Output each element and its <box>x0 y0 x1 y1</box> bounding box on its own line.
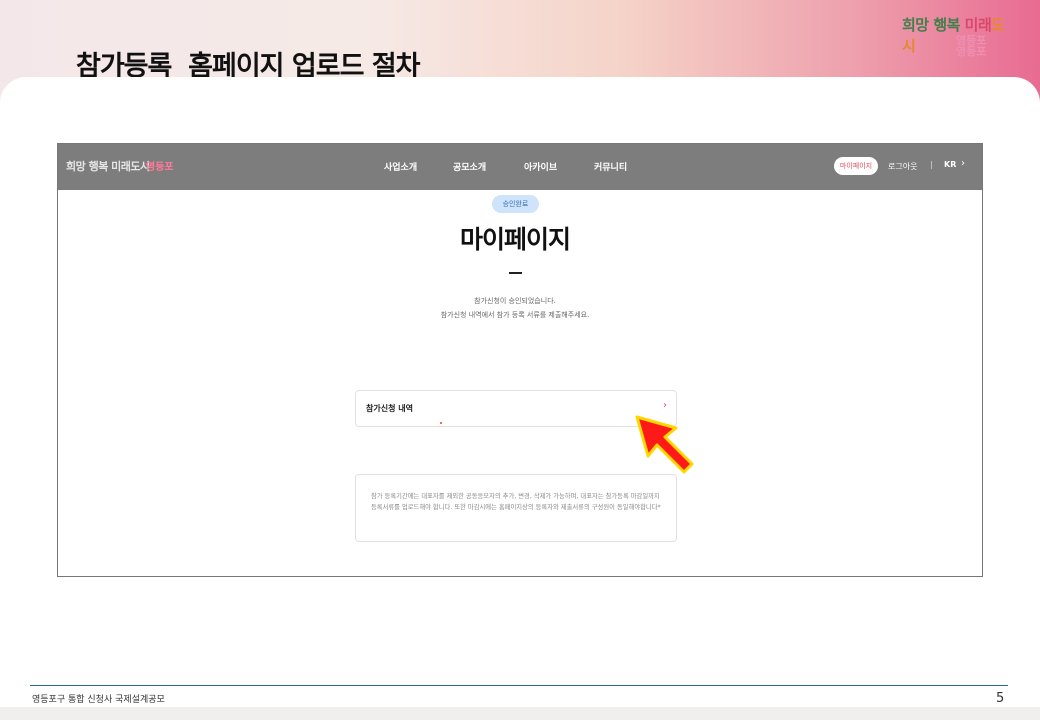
title-underline <box>509 272 522 274</box>
page-title: 마이페이지 <box>459 225 571 254</box>
chevron-right-icon[interactable]: › <box>961 158 965 169</box>
mypage-button[interactable]: 마이페이지 <box>834 157 878 175</box>
red-dot-marker <box>440 422 442 424</box>
city-logo-sub: 영등포 영등포 <box>956 35 986 57</box>
nav-item-archive[interactable]: 아카이브 <box>524 160 557 173</box>
status-badge: 승인완료 <box>492 195 539 213</box>
application-history-link[interactable]: 참가신청 내역 › <box>355 390 677 427</box>
nav-item-competition[interactable]: 공모소개 <box>453 160 486 173</box>
page-number: 5 <box>996 691 1005 706</box>
footer-text: 영등포구 통합 신청사 국제설계공모 <box>32 695 165 705</box>
logo-part1: 희망 행복 <box>902 16 965 34</box>
notice-line-1: 참가신청이 승인되었습니다. <box>474 297 556 305</box>
logo-sub-line2: 영등포 <box>956 45 987 58</box>
nav-item-business[interactable]: 사업소개 <box>384 160 417 173</box>
language-selector[interactable]: KR <box>944 160 956 169</box>
logout-link[interactable]: 로그아웃 <box>888 161 917 172</box>
nav-separator: | <box>930 160 933 169</box>
notice-line-2: 참가신청 내역에서 참가 등록 서류를 제출해주세요. <box>440 311 590 319</box>
footer-divider <box>30 685 1008 686</box>
site-logo[interactable]: 희망 행복 미래도시 <box>66 158 150 174</box>
website-screenshot: 희망 행복 미래도시 영등포 사업소개 공모소개 아카이브 커뮤니티 마이페이지… <box>57 143 983 577</box>
info-text: 참가 등록기간에는 대표자를 제외한 공동응모자의 추가, 변경, 삭제가 가능… <box>371 493 661 511</box>
nav-item-community[interactable]: 커뮤니티 <box>594 160 627 173</box>
site-logo-sub: 영등포 <box>146 162 174 173</box>
city-logo: 희망 행복 미래도시 영등포 영등포 <box>902 14 1012 62</box>
cursor-arrow-icon <box>635 415 694 474</box>
chevron-right-icon: › <box>663 400 667 411</box>
application-history-label: 참가신청 내역 <box>366 404 413 413</box>
info-box: 참가 등록기간에는 대표자를 제외한 공동응모자의 추가, 변경, 삭제가 가능… <box>355 474 677 542</box>
logo-part2: 미래 <box>964 16 992 34</box>
site-nav-bar: 희망 행복 미래도시 영등포 사업소개 공모소개 아카이브 커뮤니티 마이페이지… <box>58 144 982 190</box>
